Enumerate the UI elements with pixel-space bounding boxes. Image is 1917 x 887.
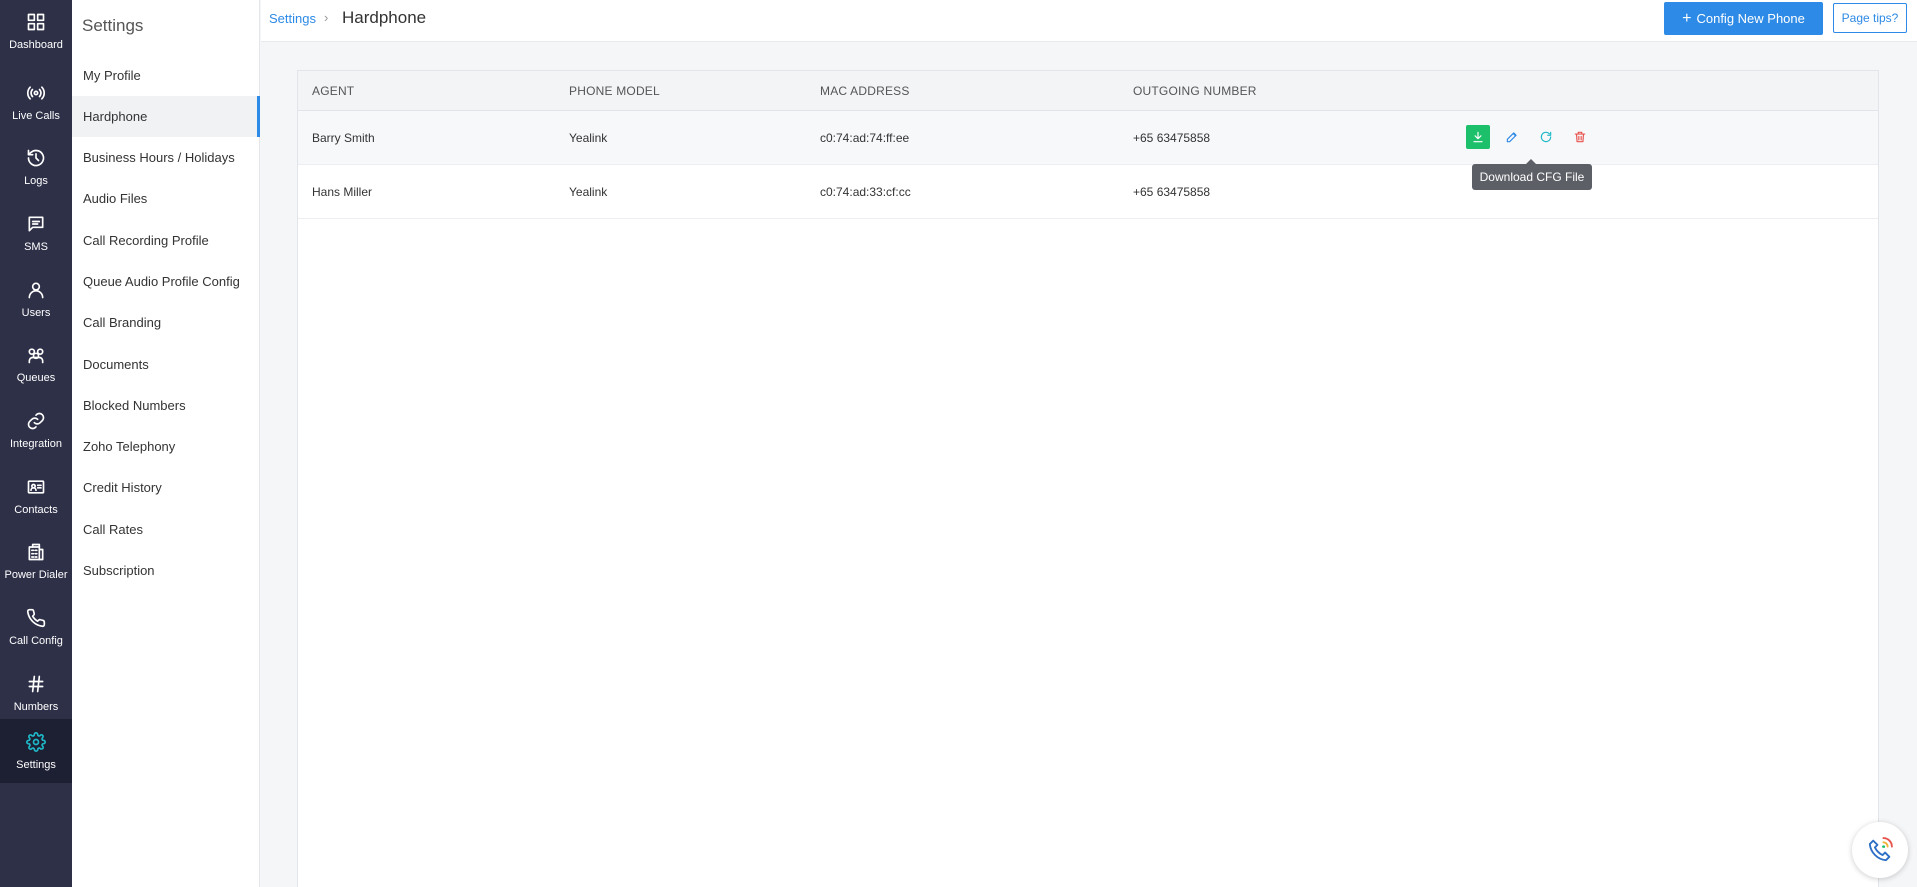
contact-card-icon — [25, 476, 47, 498]
cell-phone-model: Yealink — [569, 131, 608, 145]
row-actions — [1466, 125, 1592, 149]
nav-queues[interactable]: Queues — [0, 333, 72, 395]
nav-label: Live Calls — [12, 110, 60, 122]
column-header-agent: AGENT — [312, 84, 355, 98]
nav-label: Dashboard — [9, 39, 63, 51]
download-icon — [1473, 131, 1483, 143]
submenu-item-documents[interactable]: Documents — [72, 344, 260, 385]
submenu-item-hardphone[interactable]: Hardphone — [72, 96, 260, 137]
nav-call-config[interactable]: Call Config — [0, 596, 72, 658]
nav-label: Users — [21, 307, 51, 319]
column-header-outgoing-number: OUTGOING NUMBER — [1133, 84, 1257, 98]
column-header-phone-model: PHONE MODEL — [569, 84, 660, 98]
table-header: AGENT PHONE MODEL MAC ADDRESS OUTGOING N… — [298, 71, 1878, 111]
gear-icon — [25, 731, 47, 753]
refresh-icon — [1540, 131, 1552, 143]
table-row: Hans Miller Yealink c0:74:ad:33:cf:cc +6… — [298, 165, 1878, 219]
submenu-item-call-recording-profile[interactable]: Call Recording Profile — [72, 220, 260, 261]
nav-settings[interactable]: Settings — [0, 719, 72, 783]
edit-icon — [1506, 132, 1517, 143]
page-header: Settings › Hardphone + Config New Phone … — [261, 0, 1917, 42]
group-icon — [25, 344, 47, 366]
cell-mac-address: c0:74:ad:33:cf:cc — [820, 185, 911, 199]
settings-submenu: Settings My Profile Hardphone Business H… — [72, 0, 260, 887]
submenu-item-subscription[interactable]: Subscription — [72, 550, 260, 591]
nav-label: Call Config — [9, 635, 63, 647]
cell-mac-address: c0:74:ad:74:ff:ee — [820, 131, 910, 145]
nav-live-calls[interactable]: Live Calls — [0, 71, 72, 133]
nav-integration[interactable]: Integration — [0, 399, 72, 461]
nav-label: SMS — [24, 241, 48, 253]
submenu-title: Settings — [82, 16, 144, 35]
download-cfg-button[interactable] — [1466, 125, 1490, 149]
config-new-phone-label: Config New Phone — [1696, 11, 1805, 26]
link-icon — [25, 410, 47, 432]
cell-outgoing-number: +65 63475858 — [1133, 131, 1211, 145]
submenu-item-zoho-telephony[interactable]: Zoho Telephony — [72, 426, 260, 467]
nav-label: Contacts — [14, 504, 58, 516]
refresh-button[interactable] — [1534, 125, 1558, 149]
hardphone-table: AGENT PHONE MODEL MAC ADDRESS OUTGOING N… — [297, 70, 1879, 887]
cell-agent: Barry Smith — [312, 131, 375, 145]
download-cfg-tooltip: Download CFG File — [1472, 159, 1592, 190]
breadcrumb-separator: › — [324, 10, 329, 25]
submenu-item-credit-history[interactable]: Credit History — [72, 467, 260, 508]
page-tips-button[interactable]: Page tips? — [1833, 3, 1907, 33]
cell-agent: Hans Miller — [312, 185, 373, 199]
nav-dashboard[interactable]: Dashboard — [0, 0, 72, 62]
column-header-mac-address: MAC ADDRESS — [820, 84, 910, 98]
dialer-icon — [25, 541, 47, 563]
broadcast-icon — [25, 82, 47, 104]
history-icon — [25, 147, 47, 169]
nav-label: Power Dialer — [4, 569, 68, 581]
nav-label: Integration — [10, 438, 62, 450]
nav-label: Queues — [16, 372, 56, 384]
submenu-item-business-hours[interactable]: Business Hours / Holidays — [72, 137, 260, 178]
plus-icon: + — [1682, 9, 1692, 27]
phone-signal-icon — [1868, 837, 1893, 862]
main-nav-rail: Dashboard Live Calls Logs SMS Users Queu… — [0, 0, 72, 887]
hash-icon — [25, 673, 47, 695]
user-icon — [25, 279, 47, 301]
cell-outgoing-number: +65 63475858 — [1133, 185, 1211, 199]
nav-power-dialer[interactable]: Power Dialer — [0, 530, 72, 592]
table-row: Barry Smith Yealink c0:74:ad:74:ff:ee +6… — [298, 111, 1878, 165]
submenu-item-blocked-numbers[interactable]: Blocked Numbers — [72, 385, 260, 426]
nav-label: Settings — [16, 759, 56, 771]
submenu-item-call-branding[interactable]: Call Branding — [72, 302, 260, 343]
softphone-launcher-button[interactable] — [1852, 822, 1908, 878]
phone-icon — [25, 607, 47, 629]
nav-users[interactable]: Users — [0, 268, 72, 330]
delete-button[interactable] — [1568, 125, 1592, 149]
submenu-item-audio-files[interactable]: Audio Files — [72, 178, 260, 219]
trash-icon — [1574, 131, 1586, 143]
message-icon — [25, 213, 47, 235]
page-title: Hardphone — [342, 8, 427, 27]
cell-phone-model: Yealink — [569, 185, 608, 199]
submenu-item-queue-audio-profile[interactable]: Queue Audio Profile Config — [72, 261, 260, 302]
config-new-phone-button[interactable]: + Config New Phone — [1664, 2, 1823, 35]
nav-logs[interactable]: Logs — [0, 136, 72, 198]
nav-contacts[interactable]: Contacts — [0, 465, 72, 527]
nav-label: Numbers — [13, 701, 59, 713]
edit-button[interactable] — [1500, 125, 1524, 149]
nav-sms[interactable]: SMS — [0, 202, 72, 264]
dashboard-icon — [25, 11, 47, 33]
nav-label: Logs — [24, 175, 48, 187]
nav-numbers[interactable]: Numbers — [0, 662, 72, 724]
submenu-item-my-profile[interactable]: My Profile — [72, 55, 260, 96]
breadcrumb-settings[interactable]: Settings — [269, 11, 316, 26]
submenu-item-call-rates[interactable]: Call Rates — [72, 509, 260, 550]
